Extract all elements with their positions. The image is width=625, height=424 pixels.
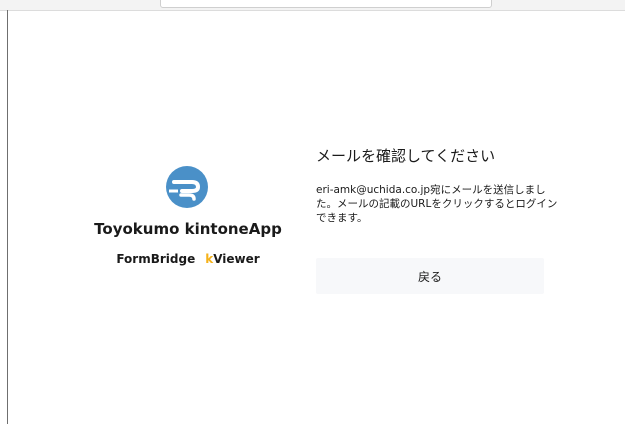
confirm-title: メールを確認してください	[316, 147, 496, 165]
window-left-border	[7, 10, 8, 424]
address-bar[interactable]	[160, 0, 492, 8]
login-page: Toyokumo kintoneApp FormBridge kViewer メー…	[0, 0, 625, 424]
confirm-message: eri-amk@uchida.co.jp宛にメールを送信しました。メールの記載の…	[316, 184, 558, 224]
product-formbridge: FormBridge	[116, 252, 196, 266]
brand-name: Toyokumo kintoneApp	[94, 220, 282, 238]
product-kviewer-accent: k	[205, 252, 214, 266]
browser-top-strip	[0, 0, 625, 11]
product-names: FormBridge kViewer	[88, 252, 288, 266]
back-button[interactable]: 戻る	[316, 258, 544, 294]
toyokumo-logo-icon	[166, 166, 208, 208]
product-kviewer-rest: Viewer	[213, 252, 260, 266]
